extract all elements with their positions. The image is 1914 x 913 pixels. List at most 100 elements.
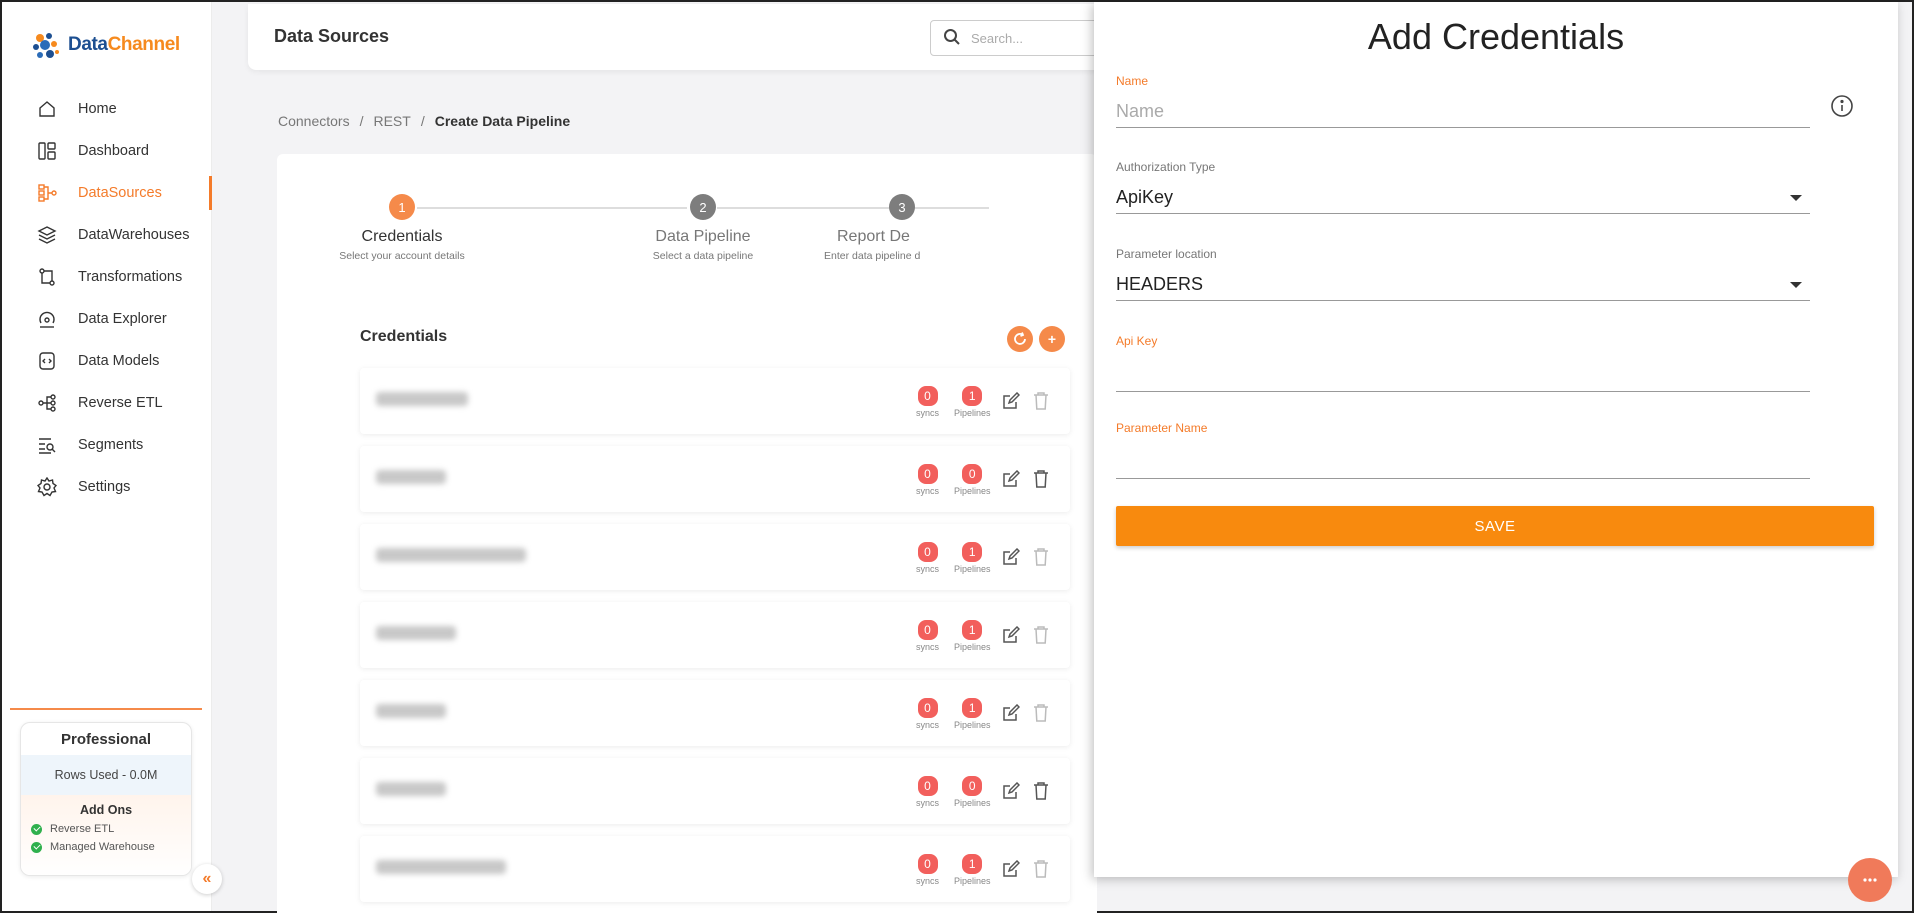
delete-icon[interactable] bbox=[1031, 702, 1051, 724]
sidebar-item-transformations[interactable]: Transformations bbox=[2, 256, 212, 298]
sidebar-item-reverse-etl[interactable]: Reverse ETL bbox=[2, 382, 212, 424]
sidebar-item-datasources[interactable]: DataSources bbox=[2, 172, 212, 214]
syncs-count: 0 syncs bbox=[916, 464, 939, 496]
datachannel-logo-icon bbox=[33, 33, 59, 58]
edit-icon[interactable] bbox=[1001, 780, 1021, 802]
edit-icon[interactable] bbox=[1001, 546, 1021, 568]
edit-icon[interactable] bbox=[1001, 858, 1021, 880]
dashboard-icon bbox=[36, 140, 58, 162]
refresh-button[interactable] bbox=[1007, 326, 1033, 352]
rows-used: Rows Used - 0.0M bbox=[21, 755, 191, 795]
addon-item: Reverse ETL bbox=[31, 823, 181, 835]
search-placeholder: Search... bbox=[971, 30, 1024, 46]
sidebar-item-segments[interactable]: Segments bbox=[2, 424, 212, 466]
addon-item: Managed Warehouse bbox=[31, 841, 181, 853]
datasources-icon bbox=[36, 182, 58, 204]
dropdown-caret-icon bbox=[1790, 194, 1802, 201]
credential-name-redacted bbox=[376, 860, 506, 874]
data-models-icon bbox=[36, 350, 58, 372]
pipelines-count: 0 Pipelines bbox=[954, 464, 991, 496]
sidebar-divider bbox=[10, 708, 202, 710]
breadcrumb: Connectors / REST / Create Data Pipeline bbox=[278, 113, 570, 129]
sidebar-item-home[interactable]: Home bbox=[2, 88, 212, 130]
pipelines-count: 1 Pipelines bbox=[954, 620, 991, 652]
pipelines-count: 1 Pipelines bbox=[954, 542, 991, 574]
plan-card: Professional Rows Used - 0.0M Add Ons Re… bbox=[20, 722, 192, 876]
parameter-name-field: Parameter Name bbox=[1116, 421, 1810, 479]
sidebar-item-data-explorer[interactable]: Data Explorer bbox=[2, 298, 212, 340]
step-credentials[interactable]: 1 Credentials Select your account detail… bbox=[292, 194, 512, 262]
plus-icon: + bbox=[1047, 331, 1057, 347]
logo[interactable]: DataChannel bbox=[28, 28, 180, 62]
credential-row[interactable]: 0 syncs 1 Pipelines bbox=[360, 836, 1070, 902]
credential-name-redacted bbox=[376, 704, 446, 718]
breadcrumb-connectors[interactable]: Connectors bbox=[278, 113, 350, 129]
edit-icon[interactable] bbox=[1001, 702, 1021, 724]
edit-icon[interactable] bbox=[1001, 390, 1021, 412]
edit-icon[interactable] bbox=[1001, 468, 1021, 490]
credential-row[interactable]: 0 syncs 1 Pipelines bbox=[360, 680, 1070, 746]
double-chevron-left-icon: « bbox=[202, 870, 212, 887]
add-credential-button[interactable]: + bbox=[1039, 326, 1065, 352]
edit-icon[interactable] bbox=[1001, 624, 1021, 646]
data-explorer-icon bbox=[36, 308, 58, 330]
parameter-name-label: Parameter Name bbox=[1116, 421, 1208, 435]
sidebar-item-data-models[interactable]: Data Models bbox=[2, 340, 212, 382]
delete-icon[interactable] bbox=[1031, 624, 1051, 646]
addons-section: Add Ons Reverse ETL Managed Warehouse bbox=[21, 795, 191, 875]
plan-title: Professional bbox=[60, 730, 152, 748]
collapse-sidebar-button[interactable]: « bbox=[192, 864, 222, 894]
credentials-list: 0 syncs 1 Pipelines 0 syncs 0 Pipelines bbox=[360, 368, 1070, 913]
credential-row[interactable]: 0 syncs 0 Pipelines bbox=[360, 446, 1070, 512]
delete-icon[interactable] bbox=[1031, 390, 1051, 412]
pipelines-count: 1 Pipelines bbox=[954, 854, 991, 886]
delete-icon[interactable] bbox=[1031, 780, 1051, 802]
breadcrumb-separator: / bbox=[420, 113, 425, 129]
home-icon bbox=[36, 98, 58, 120]
parameter-location-label: Parameter location bbox=[1116, 247, 1217, 261]
credential-row[interactable]: 0 syncs 1 Pipelines bbox=[360, 602, 1070, 668]
breadcrumb-current: Create Data Pipeline bbox=[434, 113, 571, 129]
save-button[interactable]: SAVE bbox=[1116, 506, 1874, 546]
parameter-name-input[interactable] bbox=[1116, 447, 1810, 479]
transformations-icon bbox=[36, 266, 58, 288]
authorization-type-label: Authorization Type bbox=[1116, 160, 1216, 174]
api-key-label: Api Key bbox=[1116, 334, 1158, 348]
authorization-type-select[interactable]: ApiKey bbox=[1116, 182, 1810, 214]
pipelines-count: 1 Pipelines bbox=[954, 698, 991, 730]
step-data-pipeline[interactable]: 2 Data Pipeline Select a data pipeline bbox=[593, 194, 813, 262]
delete-icon[interactable] bbox=[1031, 858, 1051, 880]
api-key-input[interactable] bbox=[1116, 360, 1810, 392]
credentials-actions: + bbox=[1007, 326, 1065, 352]
name-placeholder: Name bbox=[1116, 101, 1165, 121]
breadcrumb-separator: / bbox=[359, 113, 364, 129]
dropdown-caret-icon bbox=[1790, 281, 1802, 288]
credential-row[interactable]: 0 syncs 1 Pipelines bbox=[360, 524, 1070, 590]
credential-row[interactable]: 0 syncs 1 Pipelines bbox=[360, 368, 1070, 434]
search-icon bbox=[943, 28, 961, 49]
reverse-etl-icon bbox=[36, 392, 58, 414]
name-input[interactable]: Name bbox=[1116, 96, 1810, 128]
delete-icon[interactable] bbox=[1031, 546, 1051, 568]
sidebar-nav: Home Dashboard DataSources DataWarehouse… bbox=[2, 88, 212, 508]
chat-button[interactable] bbox=[1848, 858, 1892, 902]
breadcrumb-rest[interactable]: REST bbox=[373, 113, 410, 129]
step-report-details[interactable]: 3 Report De Enter data pipeline d bbox=[824, 194, 1009, 262]
delete-icon[interactable] bbox=[1031, 468, 1051, 490]
credential-row[interactable]: 0 syncs 0 Pipelines bbox=[360, 758, 1070, 824]
sidebar-item-datawarehouses[interactable]: DataWarehouses bbox=[2, 214, 212, 256]
credential-name-redacted bbox=[376, 548, 526, 562]
authorization-type-field: Authorization Type ApiKey bbox=[1116, 160, 1810, 214]
sidebar-item-settings[interactable]: Settings bbox=[2, 466, 212, 508]
info-icon[interactable] bbox=[1830, 94, 1854, 118]
page-title: Data Sources bbox=[274, 26, 390, 46]
check-circle-icon bbox=[31, 823, 42, 835]
name-field: Name Name bbox=[1116, 74, 1810, 128]
sidebar-item-dashboard[interactable]: Dashboard bbox=[2, 130, 212, 172]
chat-icon bbox=[1863, 878, 1877, 882]
api-key-field: Api Key bbox=[1116, 334, 1810, 392]
syncs-count: 0 syncs bbox=[916, 776, 939, 808]
parameter-location-select[interactable]: HEADERS bbox=[1116, 269, 1810, 301]
refresh-icon bbox=[1014, 332, 1026, 345]
pipelines-count: 1 Pipelines bbox=[954, 386, 991, 418]
